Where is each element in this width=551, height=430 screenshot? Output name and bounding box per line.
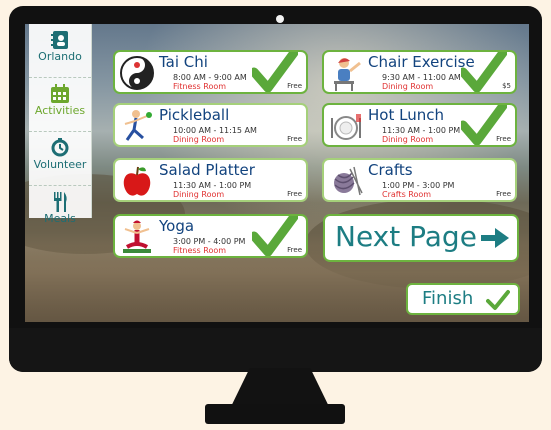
activity-time: 3:00 PM - 4:00 PM bbox=[173, 237, 246, 246]
checkmark-icon bbox=[461, 52, 507, 92]
activity-title: Tai Chi bbox=[159, 53, 208, 71]
activity-room: Dining Room bbox=[173, 135, 225, 144]
activity-room: Fitness Room bbox=[173, 246, 227, 255]
fork-knife-icon bbox=[54, 192, 67, 212]
activity-card-chair-exercise[interactable]: Chair Exercise 9:30 AM - 11:00 AM Dining… bbox=[322, 50, 517, 94]
tai-chi-figure-icon bbox=[120, 56, 154, 90]
chair-exercise-figure-icon bbox=[334, 58, 361, 91]
sidebar: Orlando Activities Volunteer Meals bbox=[29, 24, 92, 225]
activity-title: Hot Lunch bbox=[368, 106, 444, 124]
checkmark-icon bbox=[486, 290, 510, 310]
activity-title: Crafts bbox=[368, 161, 413, 179]
sidebar-item-orlando[interactable]: Orlando bbox=[29, 30, 91, 78]
webcam bbox=[276, 15, 284, 23]
finish-button[interactable]: Finish bbox=[406, 283, 520, 315]
next-page-label: Next Page bbox=[335, 220, 477, 253]
contact-book-icon bbox=[51, 31, 68, 49]
activity-title: Chair Exercise bbox=[368, 53, 475, 71]
activity-time: 11:30 AM - 1:00 PM bbox=[173, 181, 252, 190]
activity-card-pickleball[interactable]: Pickleball 10:00 AM - 11:15 AM Dining Ro… bbox=[113, 103, 308, 147]
place-setting-icon bbox=[331, 114, 361, 140]
activity-price: Free bbox=[287, 135, 302, 143]
activity-time: 11:30 AM - 1:00 PM bbox=[382, 126, 461, 135]
activity-title: Yoga bbox=[159, 217, 195, 235]
monitor-bezel bbox=[9, 328, 542, 372]
sidebar-item-label: Meals bbox=[44, 212, 76, 225]
checkmark-icon bbox=[252, 216, 298, 256]
activity-time: 9:30 AM - 11:00 AM bbox=[382, 73, 461, 82]
activity-price: Free bbox=[496, 190, 511, 198]
calendar-icon bbox=[51, 84, 69, 103]
sidebar-item-label: Orlando bbox=[38, 50, 82, 63]
sidebar-item-label: Activities bbox=[34, 104, 86, 117]
activity-card-hot-lunch[interactable]: Hot Lunch 11:30 AM - 1:00 PM Dining Room… bbox=[322, 103, 517, 147]
activity-time: 10:00 AM - 11:15 AM bbox=[173, 126, 257, 135]
activity-card-yoga[interactable]: Yoga 3:00 PM - 4:00 PM Fitness Room Free bbox=[113, 214, 308, 258]
arrow-right-icon bbox=[481, 228, 509, 248]
sidebar-item-activities[interactable]: Activities bbox=[29, 84, 91, 132]
activity-room: Crafts Room bbox=[382, 190, 432, 199]
checkmark-icon bbox=[252, 52, 298, 92]
activity-price: Free bbox=[287, 190, 302, 198]
yoga-figure-icon bbox=[123, 220, 151, 253]
activity-card-tai-chi[interactable]: Tai Chi 8:00 AM - 9:00 AM Fitness Room F… bbox=[113, 50, 308, 94]
apple-icon bbox=[123, 166, 151, 196]
sidebar-item-meals[interactable]: Meals bbox=[29, 192, 91, 239]
activity-card-salad-platter[interactable]: Salad Platter 11:30 AM - 1:00 PM Dining … bbox=[113, 158, 308, 202]
volunteer-icon bbox=[51, 138, 69, 157]
sidebar-item-volunteer[interactable]: Volunteer bbox=[29, 138, 91, 186]
next-page-button[interactable]: Next Page bbox=[323, 214, 519, 262]
activity-title: Pickleball bbox=[159, 106, 230, 124]
activity-time: 1:00 PM - 3:00 PM bbox=[382, 181, 455, 190]
activity-card-crafts[interactable]: Crafts 1:00 PM - 3:00 PM Crafts Room Fre… bbox=[322, 158, 517, 202]
pickleball-player-icon bbox=[124, 110, 152, 141]
monitor-base bbox=[205, 404, 345, 424]
activity-time: 8:00 AM - 9:00 AM bbox=[173, 73, 247, 82]
activity-room: Fitness Room bbox=[173, 82, 227, 91]
activity-room: Dining Room bbox=[382, 135, 434, 144]
screen: Orlando Activities Volunteer Meals Tai C… bbox=[25, 24, 529, 322]
finish-label: Finish bbox=[422, 288, 474, 309]
activity-room: Dining Room bbox=[382, 82, 434, 91]
sidebar-item-label: Volunteer bbox=[33, 158, 87, 171]
activity-room: Dining Room bbox=[173, 190, 225, 199]
checkmark-icon bbox=[461, 105, 507, 145]
monitor-stand bbox=[230, 368, 330, 408]
yarn-ball-icon bbox=[334, 166, 363, 196]
activity-title: Salad Platter bbox=[159, 161, 255, 179]
